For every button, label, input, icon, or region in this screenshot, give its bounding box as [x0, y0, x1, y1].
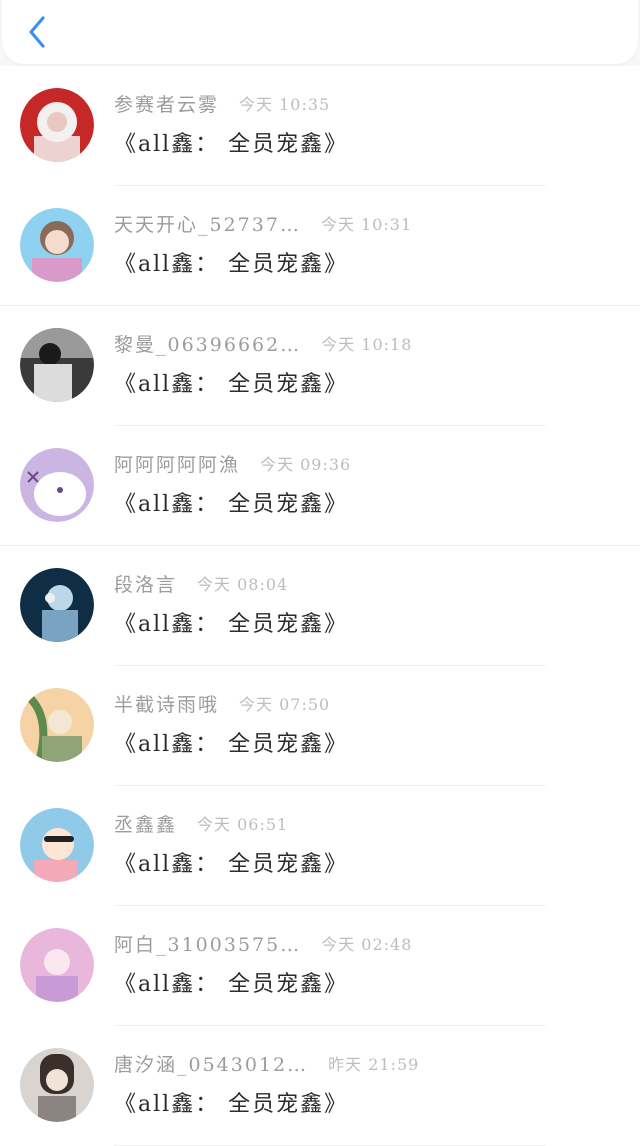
- comment-meta: 黎曼_063966​62… 今天 10:18: [114, 328, 412, 358]
- avatar[interactable]: [20, 808, 94, 882]
- avatar[interactable]: [20, 448, 94, 522]
- top-nav-bar: [0, 0, 640, 66]
- avatar[interactable]: [20, 208, 94, 282]
- comment-text: 《all鑫： 全员宠鑫》: [114, 972, 349, 997]
- chevron-left-icon: [29, 16, 45, 48]
- list-item[interactable]: 唐汐涵_0543012… 昨天 21:59 《all鑫： 全员宠鑫》: [0, 1026, 640, 1146]
- list-item[interactable]: 天天开心_52737… 今天 10:31 《all鑫： 全员宠鑫》: [0, 186, 640, 306]
- comment-time: 今天 09:36: [260, 455, 352, 474]
- comment-meta: 唐汐涵_0543012… 昨天 21:59: [114, 1048, 419, 1078]
- comment-meta: 丞鑫鑫 今天 06:51: [114, 808, 288, 838]
- user-name[interactable]: 黎曼_063966​62…: [114, 330, 301, 357]
- comment-text: 《all鑫： 全员宠鑫》: [114, 732, 349, 757]
- list-item[interactable]: 参赛者云雾 今天 10:35 《all鑫： 全员宠鑫》: [0, 66, 640, 186]
- avatar[interactable]: [20, 328, 94, 402]
- avatar[interactable]: [20, 688, 94, 762]
- comment-text: 《all鑫： 全员宠鑫》: [114, 132, 349, 157]
- comment-text: 《all鑫： 全员宠鑫》: [114, 1092, 349, 1117]
- comment-meta: 半截诗雨哦 今天 07:50: [114, 688, 330, 718]
- user-name[interactable]: 阿阿阿阿阿漁: [114, 450, 240, 477]
- list-item[interactable]: 黎曼_063966​62… 今天 10:18 《all鑫： 全员宠鑫》: [0, 306, 640, 426]
- comment-time: 昨天 21:59: [328, 1055, 420, 1074]
- avatar[interactable]: [20, 568, 94, 642]
- comment-time: 今天 10:31: [320, 215, 413, 234]
- comment-text: 《all鑫： 全员宠鑫》: [114, 372, 349, 397]
- user-name[interactable]: 唐汐涵_0543012…: [114, 1050, 308, 1077]
- user-name[interactable]: 阿白_31003575…: [114, 930, 301, 957]
- comment-meta: 参赛者云雾 今天 10:35: [114, 88, 330, 118]
- comment-text: 《all鑫： 全员宠鑫》: [114, 252, 349, 277]
- comment-meta: 阿白_31003575… 今天 02:48: [114, 928, 412, 958]
- list-item[interactable]: 段洛言 今天 08:04 《all鑫： 全员宠鑫》: [0, 546, 640, 666]
- avatar[interactable]: [20, 88, 94, 162]
- comment-time: 今天 10:18: [321, 335, 413, 354]
- list-item[interactable]: 半截诗雨哦 今天 07:50 《all鑫： 全员宠鑫》: [0, 666, 640, 786]
- user-name[interactable]: 半截诗雨哦: [114, 690, 219, 717]
- list-item[interactable]: 阿阿阿阿阿漁 今天 09:36 《all鑫： 全员宠鑫》: [0, 426, 640, 546]
- avatar[interactable]: [20, 1048, 94, 1122]
- comment-time: 今天 07:50: [239, 695, 331, 714]
- comment-time: 今天 06:51: [197, 815, 289, 834]
- comment-time: 今天 02:48: [321, 935, 413, 954]
- comment-time: 今天 08:04: [197, 575, 289, 594]
- comment-meta: 天天开心_52737… 今天 10:31: [114, 208, 412, 238]
- comment-list: 参赛者云雾 今天 10:35 《all鑫： 全员宠鑫》 天天开心_52737… …: [0, 66, 640, 1146]
- avatar[interactable]: [20, 928, 94, 1002]
- comment-text: 《all鑫： 全员宠鑫》: [114, 852, 349, 877]
- top-nav-card: [2, 0, 638, 64]
- user-name[interactable]: 丞鑫鑫: [114, 810, 177, 837]
- comment-time: 今天 10:35: [239, 95, 331, 114]
- comment-text: 《all鑫： 全员宠鑫》: [114, 492, 349, 517]
- list-item[interactable]: 丞鑫鑫 今天 06:51 《all鑫： 全员宠鑫》: [0, 786, 640, 906]
- back-button[interactable]: [20, 12, 54, 52]
- list-item[interactable]: 阿白_31003575… 今天 02:48 《all鑫： 全员宠鑫》: [0, 906, 640, 1026]
- user-name[interactable]: 段洛言: [114, 570, 177, 597]
- comment-meta: 段洛言 今天 08:04: [114, 568, 288, 598]
- comment-text: 《all鑫： 全员宠鑫》: [114, 612, 349, 637]
- comment-meta: 阿阿阿阿阿漁 今天 09:36: [114, 448, 351, 478]
- user-name[interactable]: 天天开心_52737…: [114, 210, 301, 237]
- user-name[interactable]: 参赛者云雾: [114, 90, 219, 117]
